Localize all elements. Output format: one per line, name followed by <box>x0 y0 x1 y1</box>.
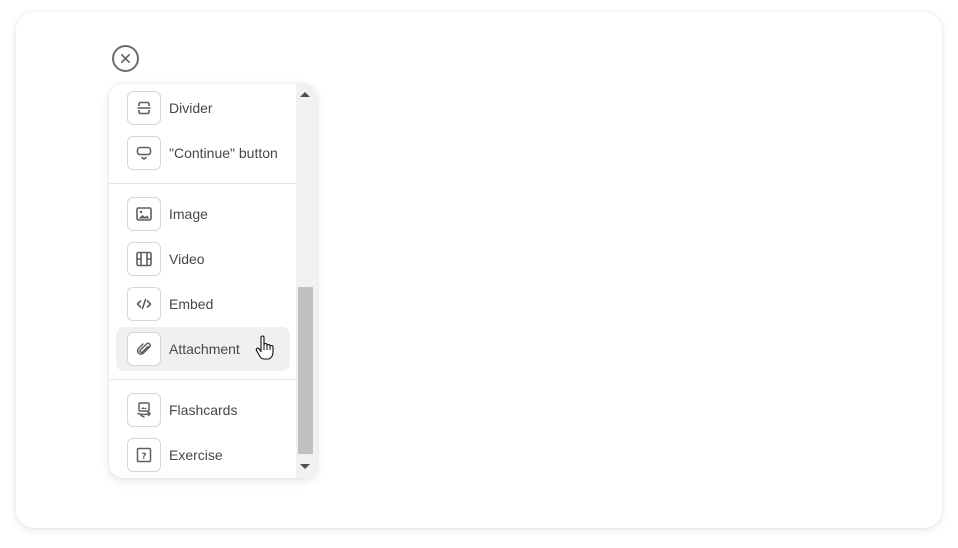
scroll-down-arrow-icon[interactable] <box>300 464 310 469</box>
menu-scrollbar[interactable] <box>296 84 317 478</box>
menu-item-video[interactable]: Video <box>116 237 290 281</box>
menu-separator <box>109 379 296 380</box>
menu-item-label: Image <box>169 206 208 222</box>
menu-item-attachment[interactable]: Attachment <box>116 327 290 371</box>
menu-item-label: "Continue" button <box>169 145 278 161</box>
menu-item-divider[interactable]: Divider <box>116 86 290 130</box>
svg-text:?: ? <box>141 452 146 462</box>
image-icon <box>127 197 161 231</box>
menu-item-label: Attachment <box>169 341 240 357</box>
divider-icon <box>127 91 161 125</box>
menu-item-label: Flashcards <box>169 402 238 418</box>
code-icon <box>127 287 161 321</box>
menu-list: Divider "Continue" button Image Video Em… <box>109 84 296 478</box>
menu-item-label: Exercise <box>169 447 223 463</box>
menu-item-label: Video <box>169 251 205 267</box>
menu-item-embed[interactable]: Embed <box>116 282 290 326</box>
menu-item-exercise[interactable]: ? Exercise <box>116 433 290 477</box>
menu-separator <box>109 183 296 184</box>
video-icon <box>127 242 161 276</box>
question-icon: ? <box>127 438 161 472</box>
close-icon <box>121 54 130 63</box>
menu-item-flashcards[interactable]: Flashcards <box>116 388 290 432</box>
menu-item-image[interactable]: Image <box>116 192 290 236</box>
menu-item-continue-button[interactable]: "Continue" button <box>116 131 290 175</box>
continue-button-icon <box>127 136 161 170</box>
insert-block-menu: Divider "Continue" button Image Video Em… <box>109 84 317 478</box>
menu-item-label: Embed <box>169 296 214 312</box>
paperclip-icon <box>127 332 161 366</box>
close-button[interactable] <box>112 45 139 72</box>
scroll-up-arrow-icon[interactable] <box>300 92 310 97</box>
scrollbar-thumb[interactable] <box>298 287 313 454</box>
flashcards-icon <box>127 393 161 427</box>
menu-item-label: Divider <box>169 100 213 116</box>
